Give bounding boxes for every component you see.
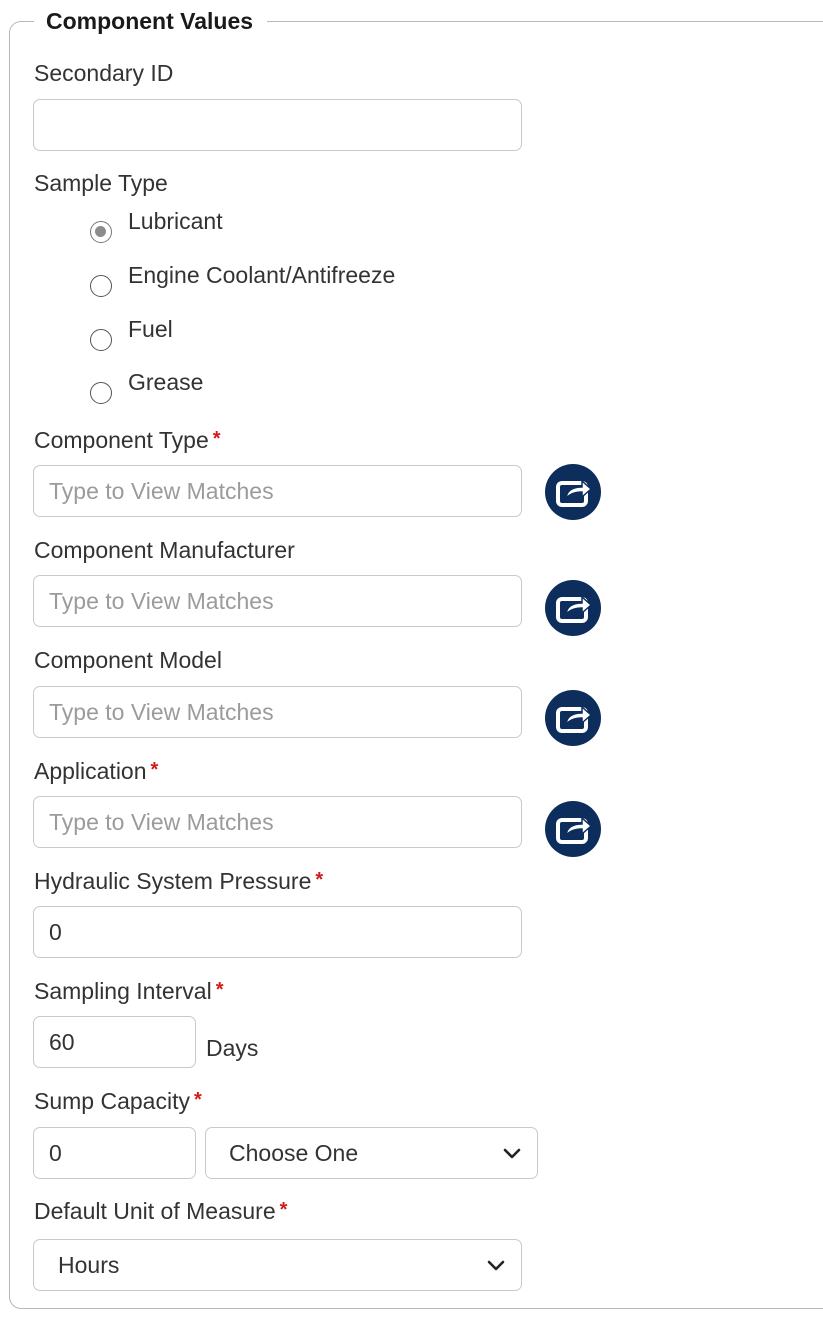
component-model-label-text: Component Model xyxy=(34,647,222,673)
radio-option-lubricant[interactable]: Lubricant xyxy=(90,207,223,243)
sampling-interval-input[interactable] xyxy=(33,1016,196,1068)
radio-option-engine-coolant[interactable]: Engine Coolant/Antifreeze xyxy=(90,261,396,297)
component-model-label: Component Model xyxy=(34,645,222,675)
required-asterisk: * xyxy=(193,1089,202,1111)
sample-type-label-text: Sample Type xyxy=(34,170,168,196)
default-uom-label-text: Default Unit of Measure xyxy=(34,1198,276,1224)
radio-option-grease[interactable]: Grease xyxy=(90,368,204,404)
radio-label-engine-coolant: Engine Coolant/Antifreeze xyxy=(128,261,396,288)
radio-button-engine-coolant[interactable] xyxy=(90,275,112,297)
secondary-id-label-text: Secondary ID xyxy=(34,60,174,86)
sampling-interval-label: Sampling Interval * xyxy=(34,976,224,1008)
component-model-input[interactable] xyxy=(33,686,522,738)
required-asterisk: * xyxy=(212,428,221,450)
component-manufacturer-input[interactable] xyxy=(33,575,522,627)
secondary-id-input[interactable] xyxy=(33,99,522,151)
required-asterisk: * xyxy=(215,979,224,1001)
default-uom-select[interactable]: Hours xyxy=(33,1239,522,1291)
radio-button-grease[interactable] xyxy=(90,382,112,404)
required-asterisk: * xyxy=(279,1199,288,1221)
sump-capacity-unit-selected: Choose One xyxy=(229,1139,359,1166)
radio-label-lubricant: Lubricant xyxy=(128,207,223,234)
sample-type-label: Sample Type xyxy=(34,168,168,198)
application-label-text: Application xyxy=(34,758,147,784)
secondary-id-label: Secondary ID xyxy=(34,58,173,88)
fieldset-legend: Component Values xyxy=(34,5,268,37)
chevron-down-icon xyxy=(503,1148,521,1159)
hydraulic-pressure-label-text: Hydraulic System Pressure xyxy=(34,868,312,894)
external-link-icon[interactable] xyxy=(545,690,601,746)
radio-option-fuel[interactable]: Fuel xyxy=(90,315,173,351)
radio-label-grease: Grease xyxy=(128,368,204,395)
required-asterisk: * xyxy=(315,869,324,891)
radio-button-lubricant[interactable] xyxy=(90,221,112,243)
sampling-interval-label-text: Sampling Interval xyxy=(34,978,212,1004)
radio-label-fuel: Fuel xyxy=(128,315,173,342)
sump-capacity-input[interactable] xyxy=(33,1127,196,1179)
application-input[interactable] xyxy=(33,796,522,848)
hydraulic-pressure-input[interactable] xyxy=(33,906,522,958)
chevron-down-icon xyxy=(487,1260,505,1271)
sump-capacity-label-text: Sump Capacity xyxy=(34,1088,190,1114)
required-asterisk: * xyxy=(150,759,159,781)
component-manufacturer-label-text: Component Manufacturer xyxy=(34,537,295,563)
default-uom-label: Default Unit of Measure * xyxy=(34,1196,287,1228)
sump-capacity-unit-select[interactable]: Choose One xyxy=(205,1127,538,1179)
external-link-icon[interactable] xyxy=(545,801,601,857)
default-uom-selected: Hours xyxy=(58,1251,120,1278)
component-type-input[interactable] xyxy=(33,465,522,517)
component-type-label: Component Type * xyxy=(34,425,221,457)
component-manufacturer-label: Component Manufacturer xyxy=(34,535,295,565)
hydraulic-pressure-label: Hydraulic System Pressure * xyxy=(34,866,323,898)
sump-capacity-label: Sump Capacity * xyxy=(34,1086,202,1118)
external-link-icon[interactable] xyxy=(545,464,601,520)
sampling-interval-unit: Days xyxy=(206,1035,259,1061)
component-type-label-text: Component Type xyxy=(34,427,209,453)
external-link-icon[interactable] xyxy=(545,580,601,636)
radio-button-fuel[interactable] xyxy=(90,329,112,351)
application-label: Application * xyxy=(34,756,158,788)
